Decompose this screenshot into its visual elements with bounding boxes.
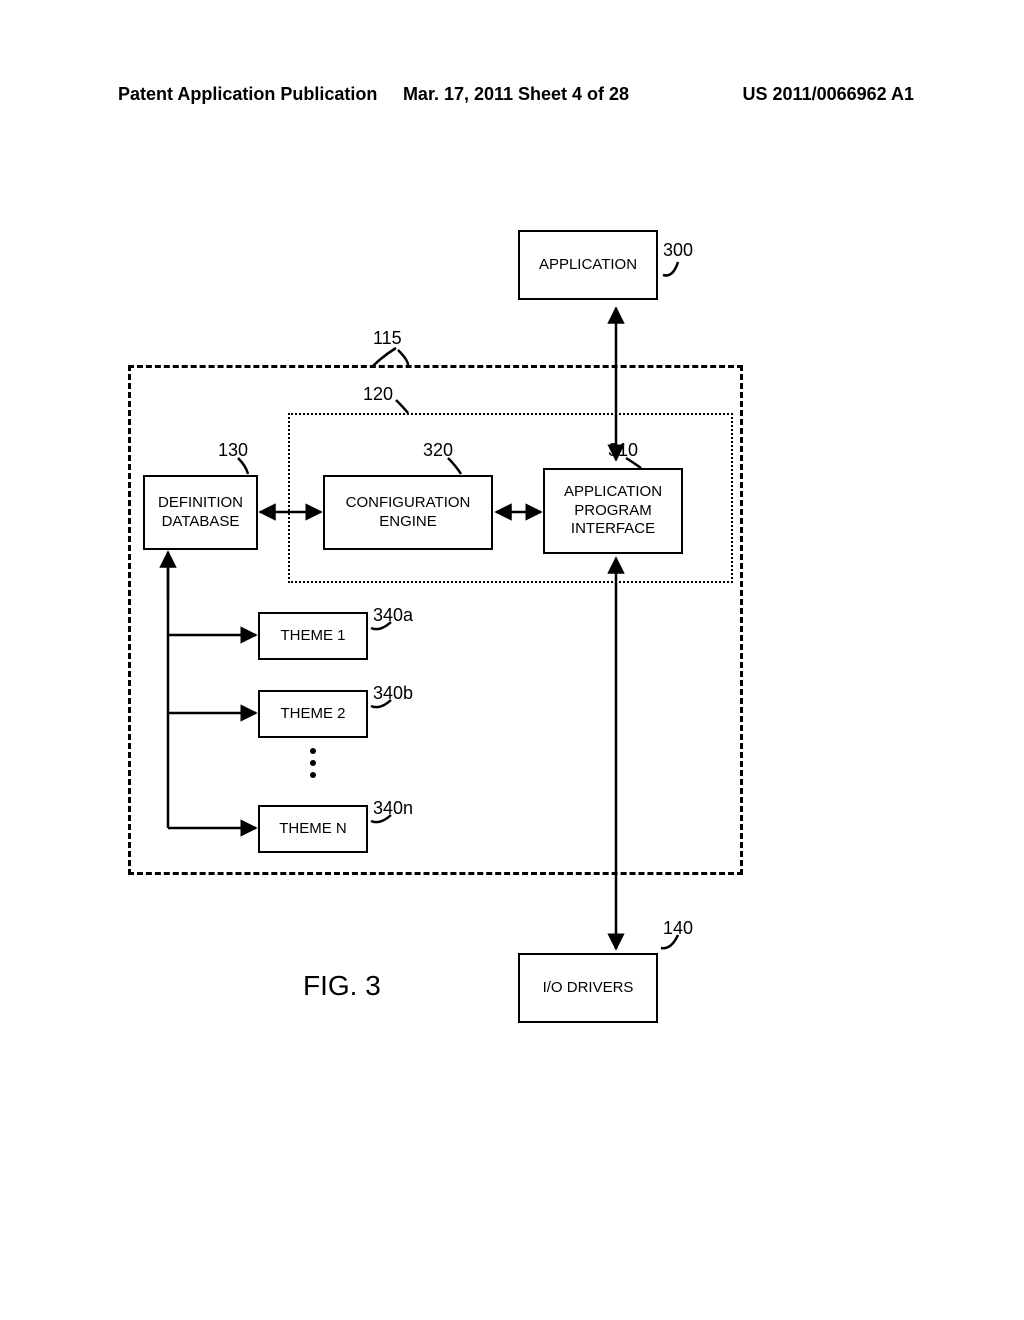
configuration-engine-text: CONFIGURATION ENGINE	[346, 494, 471, 532]
header-mid: Mar. 17, 2011 Sheet 4 of 28	[403, 84, 629, 105]
header-left: Patent Application Publication	[118, 84, 403, 105]
ref-inner: 120	[363, 384, 393, 405]
api-box: APPLICATION PROGRAM INTERFACE	[543, 468, 683, 554]
theme-1-box: THEME 1	[258, 612, 368, 660]
diagram-area: APPLICATION 300 115 120 DEFINITION DATAB…	[118, 200, 878, 1100]
page-header: Patent Application Publication Mar. 17, …	[0, 84, 1024, 105]
application-box: APPLICATION	[518, 230, 658, 300]
api-text: APPLICATION PROGRAM INTERFACE	[564, 483, 662, 539]
definition-database-text: DEFINITION DATABASE	[158, 494, 243, 532]
ref-io: 140	[663, 918, 693, 939]
ref-theme2: 340b	[373, 683, 413, 704]
ref-themeN: 340n	[373, 798, 413, 819]
theme-2-box: THEME 2	[258, 690, 368, 738]
ref-theme1: 340a	[373, 605, 413, 626]
application-text: APPLICATION	[539, 256, 637, 275]
ref-outer: 115	[373, 328, 402, 349]
ref-definition: 130	[218, 440, 248, 461]
theme-n-text: THEME N	[279, 820, 347, 839]
definition-database-box: DEFINITION DATABASE	[143, 475, 258, 550]
ellipsis-icon	[310, 748, 316, 778]
theme-2-text: THEME 2	[280, 705, 345, 724]
ref-api: 310	[608, 440, 638, 461]
ref-application: 300	[663, 240, 693, 261]
figure-label: FIG. 3	[303, 970, 381, 1002]
io-drivers-box: I/O DRIVERS	[518, 953, 658, 1023]
ref-config: 320	[423, 440, 453, 461]
theme-1-text: THEME 1	[280, 627, 345, 646]
io-drivers-text: I/O DRIVERS	[543, 979, 634, 998]
configuration-engine-box: CONFIGURATION ENGINE	[323, 475, 493, 550]
header-right: US 2011/0066962 A1	[629, 84, 914, 105]
theme-n-box: THEME N	[258, 805, 368, 853]
